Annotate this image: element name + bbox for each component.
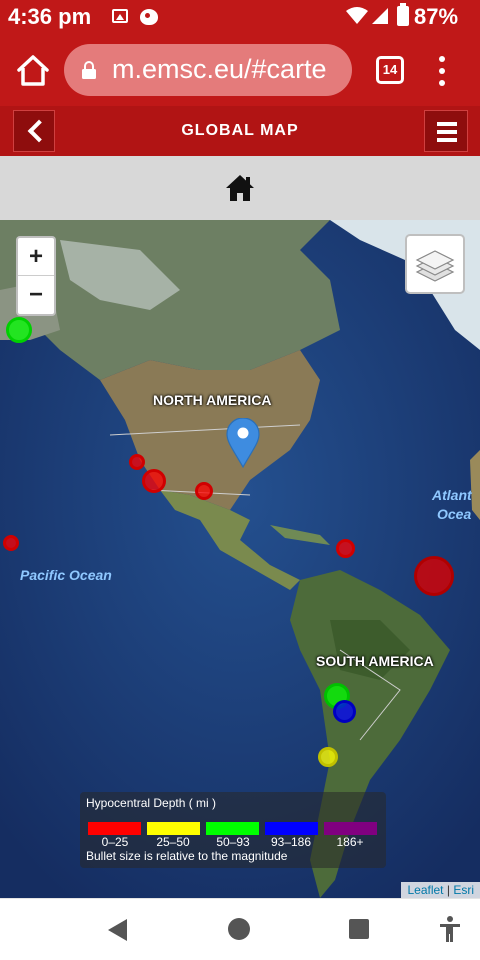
status-time: 4:36 pm [8, 4, 92, 29]
map-attribution: Leaflet | Esri [401, 882, 480, 898]
zoom-out-button[interactable]: − [18, 276, 54, 314]
legend-title: Hypocentral Depth ( mi ) [86, 796, 217, 810]
quake-marker[interactable] [6, 317, 32, 343]
legend-swatch-2 [206, 822, 259, 835]
nav-recents-icon[interactable] [349, 919, 369, 939]
notification-icon [140, 9, 158, 25]
status-bar: 4:36 pm 87% [0, 0, 480, 36]
quake-marker[interactable] [142, 469, 166, 493]
label-atlantic-2: Ocea [437, 506, 472, 522]
android-nav-bar [0, 898, 480, 960]
quake-marker[interactable] [3, 535, 19, 551]
legend-range-1: 25–50 [156, 835, 190, 849]
quake-marker[interactable] [336, 539, 355, 558]
quake-marker[interactable] [333, 700, 356, 723]
legend-swatch-0 [88, 822, 141, 835]
battery-percent: 87% [414, 4, 459, 29]
zoom-control: + − [16, 236, 56, 316]
label-north-america: NORTH AMERICA [153, 392, 272, 408]
home-icon[interactable] [14, 52, 52, 90]
layers-icon [415, 250, 455, 282]
legend-range-0: 0–25 [101, 835, 129, 849]
url-bar[interactable]: m.emsc.eu/#carte [64, 44, 352, 96]
esri-link[interactable]: Esri [453, 883, 474, 897]
legend-range-3: 93–186 [270, 835, 312, 849]
layers-button[interactable] [405, 234, 465, 294]
accessibility-icon[interactable] [438, 915, 462, 943]
global-map[interactable]: + − NORTH AMERICA SOUTH AMERICA Pacific … [0, 220, 480, 898]
location-pin-icon[interactable] [226, 418, 260, 468]
attribution-separator: | [446, 883, 450, 897]
url-text: m.emsc.eu/#carte [112, 54, 327, 84]
nav-back-icon[interactable] [108, 919, 127, 941]
depth-legend: Hypocentral Depth ( mi ) 0–25 25–50 50–9… [80, 792, 386, 868]
quake-marker[interactable] [195, 482, 213, 500]
zoom-in-button[interactable]: + [18, 238, 54, 276]
legend-note: Bullet size is relative to the magnitude [86, 849, 288, 863]
legend-swatch-3 [265, 822, 318, 835]
label-south-america: SOUTH AMERICA [316, 653, 434, 669]
home-strip [0, 156, 480, 220]
label-atlantic-1: Atlant [432, 487, 472, 503]
site-header: GLOBAL MAP [0, 106, 480, 156]
wifi-icon [346, 7, 368, 24]
more-vert-icon[interactable] [436, 56, 448, 88]
hamburger-menu-button[interactable] [424, 110, 468, 152]
gallery-icon [112, 9, 128, 23]
tabs-button[interactable]: 14 [376, 56, 404, 84]
battery-icon [397, 3, 409, 26]
legend-range-4: 186+ [336, 835, 364, 849]
quake-marker[interactable] [318, 747, 338, 767]
label-pacific-ocean: Pacific Ocean [20, 567, 112, 583]
legend-range-2: 50–93 [216, 835, 250, 849]
signal-icon [372, 8, 388, 24]
page-title: GLOBAL MAP [181, 122, 299, 139]
house-icon[interactable] [225, 174, 255, 202]
legend-swatch-4 [324, 822, 377, 835]
lock-icon [82, 61, 96, 79]
quake-marker[interactable] [129, 454, 145, 470]
nav-home-icon[interactable] [228, 918, 250, 940]
browser-toolbar: m.emsc.eu/#carte 14 [0, 36, 480, 106]
quake-marker[interactable] [414, 556, 454, 596]
legend-swatch-1 [147, 822, 200, 835]
leaflet-link[interactable]: Leaflet [407, 883, 443, 897]
